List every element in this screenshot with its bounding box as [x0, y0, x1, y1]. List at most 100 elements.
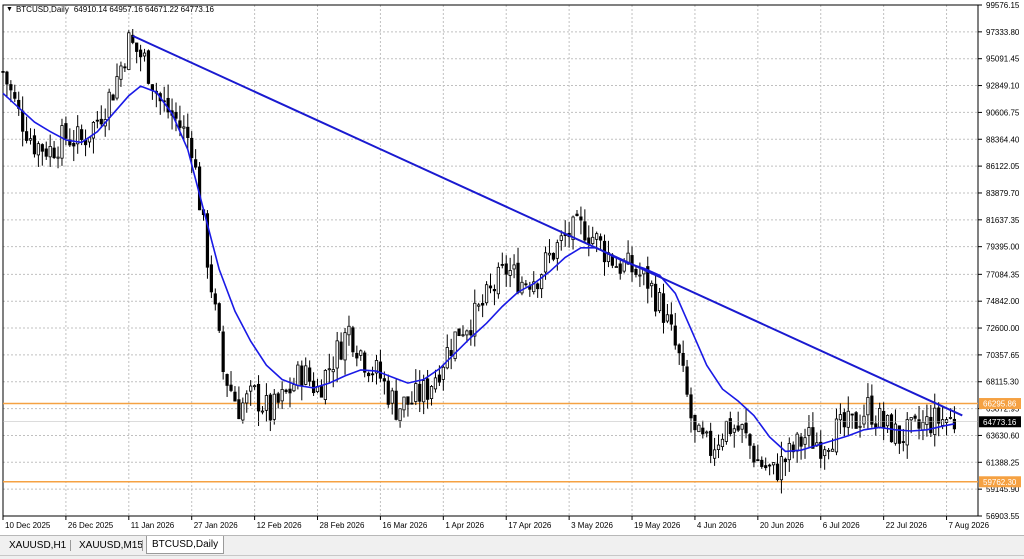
candle-body: [437, 374, 441, 383]
candle-body: [728, 418, 732, 435]
candle-body: [587, 237, 591, 245]
candle-body: [716, 444, 721, 450]
dropdown-arrow-icon[interactable]: ▼: [6, 6, 13, 13]
candle-body: [862, 415, 866, 425]
candle-body: [701, 427, 705, 435]
candle-body: [13, 92, 17, 99]
chart-window[interactable]: 99576.15 97333.80 95091.45 92849.10 90606.75…: [0, 0, 1024, 535]
y-tick-label: 95091.45: [986, 55, 1020, 64]
x-tick-label: 19 May 2026: [634, 521, 681, 530]
candle-body: [834, 418, 839, 453]
candle-body: [838, 414, 842, 421]
candle-body: [292, 384, 296, 392]
y-tick-label: 56903.55: [986, 512, 1020, 521]
chart-tabbar: XAUUSD,H1 XAUUSD,M15 BTCUSD,Daily: [0, 535, 1024, 559]
candle-body: [233, 391, 237, 402]
candle-body: [319, 386, 324, 398]
candle-body: [555, 242, 559, 259]
candle-body: [414, 383, 418, 402]
candle-body: [771, 462, 776, 466]
candle-body: [276, 393, 280, 403]
candle-body: [390, 390, 394, 404]
candle-body: [551, 252, 556, 260]
x-tick-label: 11 Jan 2026: [131, 521, 175, 530]
candle-body: [142, 52, 147, 57]
candle-body: [508, 270, 512, 276]
x-tick-label: 10 Dec 2025: [5, 521, 51, 530]
candle-body: [559, 235, 563, 241]
candle-body: [885, 414, 890, 427]
y-tick-label: 74842.00: [986, 297, 1020, 306]
candle-body: [406, 396, 410, 405]
candle-body: [268, 394, 272, 421]
candle-body: [119, 65, 123, 80]
candle-body: [410, 402, 414, 405]
candle-body: [355, 352, 359, 359]
candle-body: [370, 373, 375, 376]
candle-body: [304, 365, 308, 385]
candle-body: [477, 304, 481, 307]
candle-body: [933, 407, 937, 435]
candle-body: [445, 347, 449, 369]
candles-group: [1, 28, 957, 494]
candle-body: [657, 292, 662, 312]
candle-body: [909, 417, 913, 421]
candle-body: [335, 340, 339, 369]
candle-body: [209, 264, 213, 293]
candle-body: [681, 352, 685, 366]
candle-body: [115, 76, 119, 99]
candle-body: [948, 417, 953, 419]
candle-body: [712, 449, 717, 459]
tab-xauusd-m15[interactable]: XAUUSD,M15: [74, 537, 148, 554]
candle-body: [111, 94, 115, 101]
candle-body: [260, 410, 265, 413]
candle-body: [264, 395, 269, 411]
candle-body: [174, 111, 178, 119]
candle-body: [351, 327, 355, 353]
candle-body: [768, 464, 772, 467]
candle-body: [677, 344, 681, 354]
x-tick-label: 17 Apr 2026: [508, 521, 552, 530]
candle-body: [194, 159, 198, 168]
candle-body: [280, 389, 284, 402]
candle-body: [32, 135, 37, 155]
tab-xauusd-h1[interactable]: XAUUSD,H1: [4, 537, 71, 554]
candle-body: [9, 84, 13, 91]
candle-body: [516, 262, 520, 293]
tab-btcusd-daily[interactable]: BTCUSD,Daily: [146, 536, 225, 554]
candle-body: [386, 380, 390, 405]
y-tick-label: 99576.15: [986, 1, 1020, 10]
y-tick-label: 83879.70: [986, 189, 1020, 198]
y-tick-label: 77084.35: [986, 270, 1020, 279]
candle-body: [296, 364, 300, 387]
candle-body: [944, 419, 949, 423]
y-tick-label: 63630.60: [986, 431, 1020, 440]
candle-body: [595, 233, 599, 240]
candle-body: [807, 427, 811, 436]
candle-body: [402, 396, 406, 411]
candle-body: [512, 264, 516, 270]
candle-body: [669, 314, 673, 325]
symbol-label: BTCUSD,Daily: [15, 5, 69, 14]
y-tick-label: 86122.05: [986, 162, 1020, 171]
candle-body: [693, 414, 697, 431]
candle-body: [720, 438, 725, 448]
candle-body: [469, 330, 473, 336]
level-price-tag: 66295.86: [983, 400, 1017, 409]
candle-body: [775, 463, 780, 481]
x-tick-label: 27 Jan 2026: [194, 521, 239, 530]
candle-body: [339, 341, 343, 360]
candle-body: [378, 361, 383, 379]
candle-body: [697, 424, 701, 433]
candle-body: [724, 420, 728, 442]
candle-body: [634, 268, 638, 275]
candle-body: [744, 422, 748, 434]
candle-body: [779, 456, 784, 481]
level-price-tag: 59762.30: [983, 478, 1017, 487]
y-tick-label: 79395.00: [986, 243, 1020, 252]
candle-body: [484, 284, 489, 304]
price-chart[interactable]: 99576.15 97333.80 95091.45 92849.10 90606.75…: [0, 0, 1024, 535]
candle-body: [811, 427, 815, 449]
y-tick-label: 72600.00: [986, 324, 1020, 333]
ohlc-values: 64910.14 64957.16 64671.22 64773.16: [73, 5, 214, 14]
